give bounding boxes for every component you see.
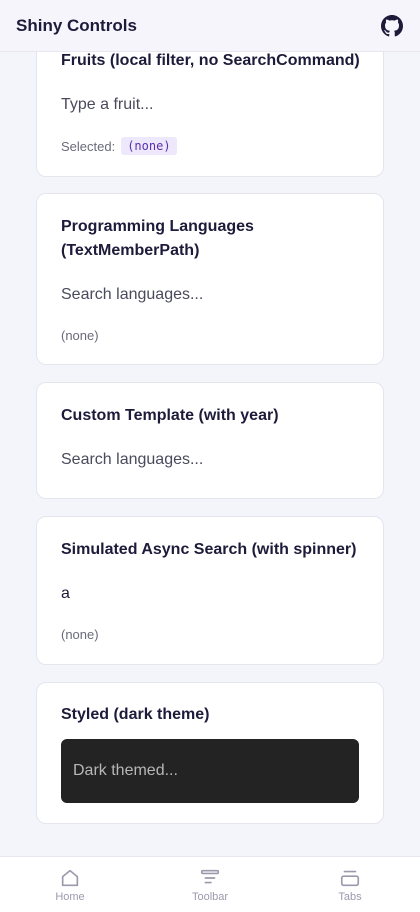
nav-tabs-label: Tabs <box>338 890 362 903</box>
card-async-search-title: Simulated Async Search (with spinner) <box>61 541 357 558</box>
card-languages: Programming Languages (TextMemberPath) S… <box>36 193 384 365</box>
toolbar-icon <box>199 867 221 889</box>
async-search-input[interactable]: a <box>61 585 70 603</box>
card-fruits-title: Fruits (local filter, no SearchCommand) <box>61 52 360 69</box>
selected-label: Selected: <box>61 138 116 154</box>
app-title: Shiny Controls <box>16 15 137 35</box>
nav-home-label: Home <box>55 890 85 903</box>
fruit-selection-status: Selected: (none) <box>61 137 177 155</box>
github-icon[interactable] <box>380 14 404 38</box>
custom-template-search-input[interactable]: Search languages... <box>61 451 203 469</box>
async-selection-status: (none) <box>61 627 99 642</box>
card-styled-title: Styled (dark theme) <box>61 706 210 723</box>
top-app-bar: Shiny Controls <box>0 0 420 52</box>
home-icon <box>59 867 81 889</box>
nav-toolbar[interactable]: Toolbar <box>140 857 280 912</box>
dark-themed-input[interactable]: Dark themed... <box>61 739 359 803</box>
card-custom-template-title: Custom Template (with year) <box>61 407 279 424</box>
bottom-navigation: Home Toolbar Tabs <box>0 856 420 912</box>
nav-tabs[interactable]: Tabs <box>280 857 420 912</box>
tabs-icon <box>339 867 361 889</box>
card-languages-title: Programming Languages (TextMemberPath) <box>61 218 254 259</box>
card-custom-template: Custom Template (with year) Search langu… <box>36 382 384 499</box>
nav-home[interactable]: Home <box>0 857 140 912</box>
languages-search-input[interactable]: Search languages... <box>61 286 203 304</box>
selected-value-badge: (none) <box>121 137 177 155</box>
languages-selection-status: (none) <box>61 328 99 343</box>
card-async-search: Simulated Async Search (with spinner) a … <box>36 516 384 665</box>
fruit-search-input[interactable]: Type a fruit... <box>61 96 153 114</box>
card-styled: Styled (dark theme) Dark themed... <box>36 682 384 824</box>
nav-toolbar-label: Toolbar <box>191 890 229 903</box>
